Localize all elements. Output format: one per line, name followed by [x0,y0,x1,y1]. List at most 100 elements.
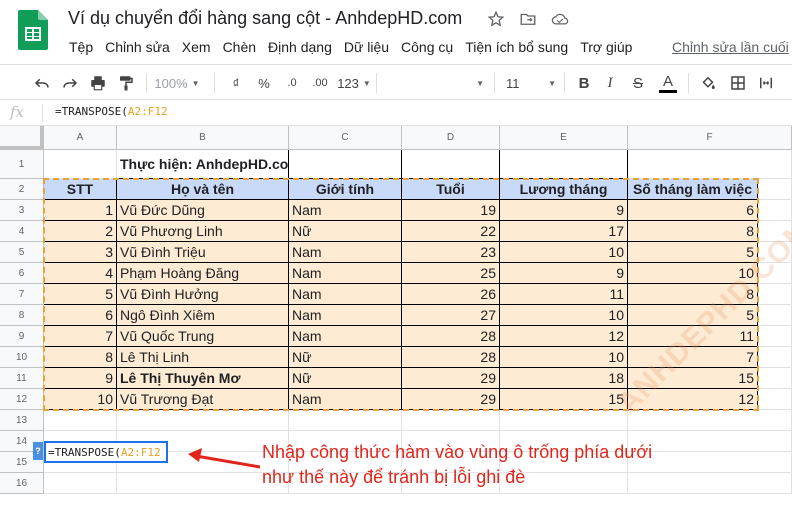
table-cell[interactable]: Vũ Phương Linh [117,221,289,242]
table-cell[interactable]: 10 [500,305,628,326]
table-cell[interactable]: 8 [44,347,117,368]
table-header-cell[interactable]: Số tháng làm việc [628,179,758,200]
document-title[interactable]: Ví dụ chuyển đổi hàng sang cột - AnhdepH… [68,8,462,29]
star-icon[interactable] [487,10,505,28]
table-cell[interactable]: Nam [289,326,402,347]
row-header-4[interactable]: 4 [0,221,44,242]
table-cell[interactable]: Vũ Đức Dũng [117,200,289,221]
grid-cell[interactable] [628,473,792,494]
menu-edit[interactable]: Chỉnh sửa [99,37,176,57]
merge-cells-icon[interactable] [756,72,776,94]
grid-cell[interactable] [44,150,117,179]
column-header-c[interactable]: C [289,126,402,150]
menu-insert[interactable]: Chèn [217,37,262,57]
fill-color-icon[interactable] [698,72,718,94]
table-cell[interactable]: Nam [289,263,402,284]
currency-format-button[interactable]: ₫ [228,72,244,94]
table-cell[interactable]: 26 [402,284,500,305]
table-cell[interactable]: 8 [628,221,758,242]
table-cell[interactable]: 9 [44,368,117,389]
row-header-10[interactable]: 10 [0,347,44,368]
italic-button[interactable]: I [602,72,618,94]
table-cell[interactable]: 9 [500,200,628,221]
table-cell[interactable]: 11 [628,326,758,347]
cell-b1-author[interactable]: Thực hiện: AnhdepHD.com [117,150,289,179]
grid-cell[interactable] [628,410,792,431]
table-cell[interactable]: 5 [628,305,758,326]
table-cell[interactable]: 17 [500,221,628,242]
cloud-status-icon[interactable] [551,10,569,28]
table-cell[interactable]: 10 [44,389,117,410]
row-header-6[interactable]: 6 [0,263,44,284]
bold-button[interactable]: B [576,72,592,94]
paint-format-icon[interactable] [116,72,136,94]
text-color-button[interactable]: A [658,72,678,94]
grid-cell[interactable] [289,150,402,179]
table-cell[interactable]: 6 [628,200,758,221]
table-cell[interactable]: Nữ [289,347,402,368]
grid-cell[interactable] [628,150,792,179]
table-header-cell[interactable]: Giới tính [289,179,402,200]
table-cell[interactable]: Nữ [289,221,402,242]
table-cell[interactable]: 3 [44,242,117,263]
row-header-7[interactable]: 7 [0,284,44,305]
table-cell[interactable]: 29 [402,368,500,389]
grid-cell[interactable] [402,410,500,431]
table-cell[interactable]: Vũ Đình Triệu [117,242,289,263]
table-cell[interactable]: Phạm Hoàng Đăng [117,263,289,284]
table-cell[interactable]: Lê Thị Linh [117,347,289,368]
row-header-1[interactable]: 1 [0,150,44,179]
formula-input[interactable]: =TRANSPOSE(A2:F12 [55,105,168,118]
table-cell[interactable]: 28 [402,326,500,347]
column-header-e[interactable]: E [500,126,628,150]
table-cell[interactable]: Nam [289,305,402,326]
table-cell[interactable]: 22 [402,221,500,242]
table-cell[interactable]: 2 [44,221,117,242]
table-cell[interactable]: 27 [402,305,500,326]
table-header-cell[interactable]: Lương tháng [500,179,628,200]
table-cell[interactable]: 7 [44,326,117,347]
row-header-13[interactable]: 13 [0,410,44,431]
table-cell[interactable]: Nam [289,389,402,410]
menu-format[interactable]: Định dạng [262,37,338,57]
table-cell[interactable]: 23 [402,242,500,263]
grid-cell[interactable] [628,431,792,452]
table-cell[interactable]: Nữ [289,368,402,389]
table-cell[interactable]: 4 [44,263,117,284]
table-cell[interactable]: Lê Thị Thuyên Mơ [117,368,289,389]
more-formats-select[interactable]: 123 ▼ [337,72,371,94]
table-cell[interactable]: 18 [500,368,628,389]
grid-cell[interactable] [289,410,402,431]
table-cell[interactable]: 12 [500,326,628,347]
select-all-corner[interactable] [0,126,44,150]
print-icon[interactable] [88,72,108,94]
column-header-d[interactable]: D [402,126,500,150]
table-cell[interactable]: Vũ Đình Hưởng [117,284,289,305]
table-cell[interactable]: Nam [289,284,402,305]
table-cell[interactable]: 11 [500,284,628,305]
table-cell[interactable]: Nam [289,200,402,221]
undo-icon[interactable] [32,72,52,94]
grid-cell[interactable] [628,452,792,473]
table-cell[interactable]: 28 [402,347,500,368]
last-edit-link[interactable]: Chỉnh sửa lần cuối [672,37,789,57]
table-cell[interactable]: 10 [500,242,628,263]
row-header-9[interactable]: 9 [0,326,44,347]
table-cell[interactable]: 8 [628,284,758,305]
table-cell[interactable]: Vũ Trương Đạt [117,389,289,410]
formula-help-icon[interactable]: ? [33,442,43,460]
table-cell[interactable]: 6 [44,305,117,326]
table-cell[interactable]: 1 [44,200,117,221]
column-header-f[interactable]: F [628,126,792,150]
strikethrough-button[interactable]: S [630,72,646,94]
grid-cell[interactable] [44,473,117,494]
column-header-b[interactable]: B [117,126,289,150]
grid-cell[interactable] [117,410,289,431]
active-cell-a14[interactable]: =TRANSPOSE(A2:F12 [44,441,168,463]
table-cell[interactable]: 12 [628,389,758,410]
grid-cell[interactable] [44,410,117,431]
column-header-a[interactable]: A [44,126,117,150]
percent-format-button[interactable]: % [256,72,272,94]
move-to-folder-icon[interactable] [519,10,537,28]
row-header-12[interactable]: 12 [0,389,44,410]
